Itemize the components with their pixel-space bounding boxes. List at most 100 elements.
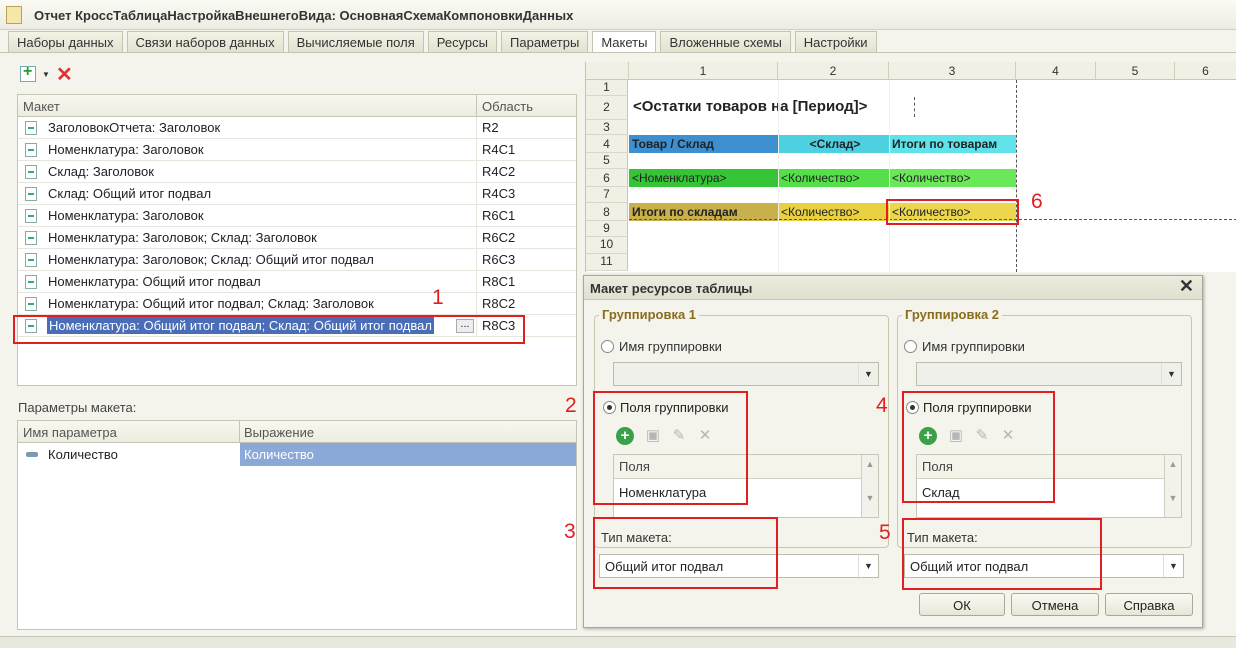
table-resources-dialog: Макет ресурсов таблицы ✕ Группировка 1 И… <box>583 275 1203 628</box>
annotation-number-2: 2 <box>565 394 577 417</box>
edit-icon[interactable]: ✎ <box>670 427 688 445</box>
table-row[interactable]: Номенклатура: Общий итог подвал R8C1 <box>18 271 576 293</box>
group-fields-radio[interactable] <box>906 401 919 414</box>
tab-content-border <box>0 52 1236 53</box>
scrollbar[interactable]: ▲ ▼ <box>1164 455 1181 517</box>
delete-icon[interactable]: ✕ <box>696 427 714 445</box>
group-name-label: Имя группировки <box>922 339 1025 354</box>
layouts-table: Макет Область ЗаголовокОтчета: Заголовок… <box>17 94 577 386</box>
table-row-selected[interactable]: Номенклатура: Общий итог подвал; Склад: … <box>18 315 576 337</box>
table-row[interactable]: Номенклатура: Заголовок R6C1 <box>18 205 576 227</box>
cell-r6c1[interactable]: <Номенклатура> <box>629 169 778 187</box>
params-table-header: Имя параметра Выражение <box>18 421 576 443</box>
cell-r4c3[interactable]: Итоги по товарам <box>889 135 1016 153</box>
row-header[interactable]: 2 <box>586 96 628 120</box>
layout-icon <box>25 209 37 223</box>
row-header[interactable]: 8 <box>586 203 628 221</box>
row-header[interactable]: 6 <box>586 169 628 187</box>
expression-cell[interactable]: Количество <box>240 443 576 466</box>
group-name-radio[interactable] <box>904 340 917 353</box>
layout-type-select[interactable]: Общий итог подвал ▼ <box>904 554 1184 578</box>
tab-settings[interactable]: Настройки <box>794 31 877 52</box>
copy-icon[interactable]: ▣ <box>947 427 965 445</box>
group-name-select[interactable]: ▼ <box>916 362 1182 386</box>
layout-type-select[interactable]: Общий итог подвал ▼ <box>599 554 879 578</box>
add-layout-icon[interactable] <box>20 63 36 82</box>
report-icon <box>6 6 22 24</box>
tab-calculated-fields[interactable]: Вычисляемые поля <box>287 31 424 52</box>
ok-button[interactable]: ОК <box>919 593 1005 616</box>
dropdown-arrow-icon[interactable]: ▼ <box>42 70 50 79</box>
scrollbar[interactable]: ▲ ▼ <box>861 455 878 517</box>
row-header[interactable]: 10 <box>586 237 628 254</box>
tab-parameters[interactable]: Параметры <box>501 31 589 52</box>
group-fields-radio[interactable] <box>603 401 616 414</box>
add-icon[interactable]: + <box>616 427 634 445</box>
delete-icon[interactable]: ✕ <box>56 62 73 87</box>
layout-icon <box>25 275 37 289</box>
help-button[interactable]: Справка <box>1105 593 1193 616</box>
column-header[interactable]: 2 <box>778 62 889 80</box>
column-header-area[interactable]: Область <box>482 99 533 114</box>
annotation-number-4: 4 <box>876 394 888 417</box>
group-name-radio[interactable] <box>601 340 614 353</box>
column-header[interactable]: 5 <box>1096 62 1175 80</box>
field-value[interactable]: Номенклатура <box>619 485 706 500</box>
cell-r6c3[interactable]: <Количество> <box>889 169 1016 187</box>
row-header[interactable]: 9 <box>586 221 628 237</box>
cancel-button[interactable]: Отмена <box>1011 593 1099 616</box>
column-header[interactable]: 4 <box>1016 62 1096 80</box>
tab-nested-schemas[interactable]: Вложенные схемы <box>660 31 791 52</box>
table-row[interactable]: Номенклатура: Общий итог подвал; Склад: … <box>18 293 576 315</box>
close-icon[interactable]: ✕ <box>1179 276 1194 297</box>
delete-icon[interactable]: ✕ <box>999 427 1017 445</box>
column-header-layout[interactable]: Макет <box>23 99 60 114</box>
column-header[interactable]: 3 <box>889 62 1016 80</box>
table-row[interactable]: Номенклатура: Заголовок R4C1 <box>18 139 576 161</box>
cell-r6c2[interactable]: <Количество> <box>778 169 889 187</box>
fields-header: Поля <box>619 459 650 474</box>
table-row[interactable]: Склад: Общий итог подвал R4C3 <box>18 183 576 205</box>
layout-icon <box>25 187 37 201</box>
field-value[interactable]: Склад <box>922 485 960 500</box>
copy-icon[interactable]: ▣ <box>644 427 662 445</box>
table-row[interactable]: Количество Количество <box>18 443 576 466</box>
group1-title: Группировка 1 <box>599 307 700 322</box>
layout-type-label: Тип макета: <box>601 530 672 545</box>
layout-icon <box>25 121 37 135</box>
table-row[interactable]: Номенклатура: Заголовок; Склад: Общий ит… <box>18 249 576 271</box>
table-row[interactable]: Склад: Заголовок R4C2 <box>18 161 576 183</box>
column-header-expression[interactable]: Выражение <box>244 425 314 440</box>
row-header[interactable]: 11 <box>586 254 628 271</box>
edit-icon[interactable]: ✎ <box>973 427 991 445</box>
group-name-select[interactable]: ▼ <box>613 362 879 386</box>
dialog-titlebar: Макет ресурсов таблицы ✕ <box>584 276 1202 300</box>
layout-spreadsheet[interactable]: 1 2 3 4 5 6 1 2 3 4 5 6 7 8 9 10 11 <Ост… <box>585 62 1236 272</box>
column-header[interactable]: 1 <box>629 62 778 80</box>
layout-icon <box>25 143 37 157</box>
tab-resources[interactable]: Ресурсы <box>427 31 498 52</box>
table-row[interactable]: Номенклатура: Заголовок; Склад: Заголово… <box>18 227 576 249</box>
cell-r4c2[interactable]: <Склад> <box>778 135 889 153</box>
row-header[interactable]: 4 <box>586 135 628 153</box>
layout-type-label: Тип макета: <box>907 530 978 545</box>
status-bar <box>0 636 1236 648</box>
cell-r4c1[interactable]: Товар / Склад <box>629 135 778 153</box>
annotation-number-6: 6 <box>1031 190 1043 213</box>
report-title-cell[interactable]: <Остатки товаров на [Период]> <box>630 98 920 118</box>
row-header[interactable]: 3 <box>586 120 628 135</box>
tab-data-sets[interactable]: Наборы данных <box>8 31 123 52</box>
row-header[interactable]: 1 <box>586 80 628 96</box>
row-header[interactable]: 5 <box>586 153 628 169</box>
tab-layouts[interactable]: Макеты <box>592 31 657 53</box>
table-row[interactable]: ЗаголовокОтчета: Заголовок R2 <box>18 117 576 139</box>
column-header[interactable]: 6 <box>1175 62 1236 80</box>
tab-data-set-links[interactable]: Связи наборов данных <box>126 31 284 52</box>
row-header[interactable]: 7 <box>586 187 628 203</box>
ellipsis-button[interactable]: ... <box>456 319 474 333</box>
layout-icon <box>25 253 37 267</box>
group1-box: Группировка 1 Имя группировки ▼ Поля гру… <box>594 307 889 548</box>
column-header-param-name[interactable]: Имя параметра <box>23 425 117 440</box>
group2-box: Группировка 2 Имя группировки ▼ Поля гру… <box>897 307 1192 548</box>
add-icon[interactable]: + <box>919 427 937 445</box>
